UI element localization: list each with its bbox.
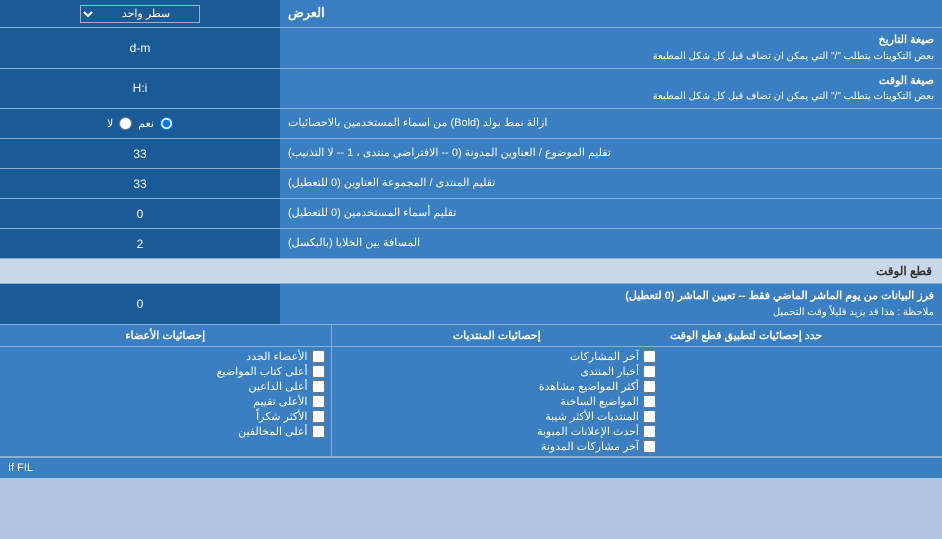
page-title: العرض bbox=[280, 0, 942, 27]
usernames-trim-input-container[interactable] bbox=[0, 199, 280, 228]
cb-similar-forums-check[interactable] bbox=[643, 410, 656, 423]
cell-spacing-label: المسافة بين الخلايا (بالبكسل) bbox=[280, 229, 942, 258]
usernames-trim-input[interactable] bbox=[19, 207, 260, 221]
cb-latest-ads-check[interactable] bbox=[643, 425, 656, 438]
time-format-label: صيغة الوقت بعض التكوينات يتطلب "/" التي … bbox=[280, 69, 942, 109]
apply-col-spacer bbox=[662, 347, 942, 456]
cb-forum-news: أخبار المنتدى bbox=[338, 365, 657, 378]
bold-radio-group: نعم لا bbox=[107, 117, 173, 130]
cb-forum-news-check[interactable] bbox=[643, 365, 656, 378]
time-format-input[interactable] bbox=[19, 81, 260, 95]
cb-top-topic-writers-check[interactable] bbox=[312, 365, 325, 378]
col1-checkboxes: آخر المشاركات أخبار المنتدى أكثر المواضي… bbox=[331, 347, 663, 456]
cut-time-input-container[interactable] bbox=[0, 284, 280, 324]
forum-trim-row: تقليم المنتدى / المجموعة العناوين (0 للت… bbox=[0, 169, 942, 199]
usernames-trim-label: تقليم أسماء المستخدمين (0 للتعطيل) bbox=[280, 199, 942, 228]
usernames-trim-row: تقليم أسماء المستخدمين (0 للتعطيل) bbox=[0, 199, 942, 229]
cb-new-members-check[interactable] bbox=[312, 350, 325, 363]
cut-time-row: فرز البيانات من يوم الماشر الماضي فقط --… bbox=[0, 284, 942, 325]
bold-yes-radio[interactable] bbox=[160, 117, 173, 130]
cb-hot-topics: المواضيع الساخنة bbox=[338, 395, 657, 408]
topics-trim-label: تقليم الموضوع / العناوين المدونة (0 -- ا… bbox=[280, 139, 942, 168]
cb-top-rated-check[interactable] bbox=[312, 395, 325, 408]
cb-top-violators-check[interactable] bbox=[312, 425, 325, 438]
cb-last-posts-check[interactable] bbox=[643, 350, 656, 363]
date-format-row: صيغة التاريخ بعض التكوينات يتطلب "/" الت… bbox=[0, 28, 942, 69]
date-format-label: صيغة التاريخ بعض التكوينات يتطلب "/" الت… bbox=[280, 28, 942, 68]
time-format-input-container[interactable] bbox=[0, 69, 280, 109]
if-fil-text: If FIL bbox=[0, 457, 942, 478]
cb-top-topic-writers: أعلى كتاب المواضيع bbox=[6, 365, 325, 378]
cb-most-viewed-check[interactable] bbox=[643, 380, 656, 393]
checkbox-items-row: آخر المشاركات أخبار المنتدى أكثر المواضي… bbox=[0, 347, 942, 457]
bold-no-label: لا bbox=[107, 117, 113, 130]
cb-new-members: الأعضاء الجدد bbox=[6, 350, 325, 363]
topics-trim-input-container[interactable] bbox=[0, 139, 280, 168]
bold-remove-radio-container: نعم لا bbox=[0, 109, 280, 138]
cb-most-thanked: الأكثر شكراً bbox=[6, 410, 325, 423]
cb-last-posts: آخر المشاركات bbox=[338, 350, 657, 363]
cut-time-label: فرز البيانات من يوم الماشر الماضي فقط --… bbox=[280, 284, 942, 324]
date-format-input[interactable] bbox=[19, 41, 260, 55]
date-format-input-container[interactable] bbox=[0, 28, 280, 68]
cb-top-inviters: أعلى الداعين bbox=[6, 380, 325, 393]
cb-top-violators: أعلى المخالفين bbox=[6, 425, 325, 438]
topics-trim-input[interactable] bbox=[19, 147, 260, 161]
bold-remove-label: ازالة نمط بولد (Bold) من اسماء المستخدمي… bbox=[280, 109, 942, 138]
col2-header: إحصائيات الأعضاء bbox=[0, 325, 331, 346]
cb-latest-ads: أحدث الإعلانات المبوبة bbox=[338, 425, 657, 438]
cb-blog-posts-check[interactable] bbox=[643, 440, 656, 453]
forum-trim-label: تقليم المنتدى / المجموعة العناوين (0 للت… bbox=[280, 169, 942, 198]
cell-spacing-input-container[interactable] bbox=[0, 229, 280, 258]
bold-no-radio[interactable] bbox=[119, 117, 132, 130]
stats-header-row: حدد إحصائيات لتطبيق قطع الوقت إحصائيات ا… bbox=[0, 325, 942, 347]
forum-trim-input[interactable] bbox=[19, 177, 260, 191]
cell-spacing-row: المسافة بين الخلايا (بالبكسل) bbox=[0, 229, 942, 259]
bold-yes-label: نعم bbox=[138, 117, 154, 130]
cb-top-inviters-check[interactable] bbox=[312, 380, 325, 393]
dropdown-container[interactable]: سطر واحد bbox=[0, 0, 280, 27]
cb-top-rated: الأعلى تقييم bbox=[6, 395, 325, 408]
bold-remove-row: ازالة نمط بولد (Bold) من اسماء المستخدمي… bbox=[0, 109, 942, 139]
topics-trim-row: تقليم الموضوع / العناوين المدونة (0 -- ا… bbox=[0, 139, 942, 169]
stats-section: حدد إحصائيات لتطبيق قطع الوقت إحصائيات ا… bbox=[0, 325, 942, 457]
forum-trim-input-container[interactable] bbox=[0, 169, 280, 198]
cb-similar-forums: المنتديات الأكثر شيبة bbox=[338, 410, 657, 423]
header-row: العرض سطر واحد bbox=[0, 0, 942, 28]
main-container: العرض سطر واحد صيغة التاريخ بعض التكوينا… bbox=[0, 0, 942, 478]
display-dropdown[interactable]: سطر واحد bbox=[80, 5, 200, 23]
cb-most-viewed: أكثر المواضيع مشاهدة bbox=[338, 380, 657, 393]
apply-label: حدد إحصائيات لتطبيق قطع الوقت bbox=[662, 325, 942, 346]
cut-time-input[interactable] bbox=[19, 297, 260, 311]
cell-spacing-input[interactable] bbox=[19, 237, 260, 251]
cb-hot-topics-check[interactable] bbox=[643, 395, 656, 408]
cut-time-section-header: قطع الوقت bbox=[0, 259, 942, 284]
cb-blog-posts: آخر مشاركات المدونة bbox=[338, 440, 657, 453]
time-format-row: صيغة الوقت بعض التكوينات يتطلب "/" التي … bbox=[0, 69, 942, 110]
col1-header: إحصائيات المنتديات bbox=[331, 325, 663, 346]
col2-checkboxes: الأعضاء الجدد أعلى كتاب المواضيع أعلى ال… bbox=[0, 347, 331, 456]
cb-most-thanked-check[interactable] bbox=[312, 410, 325, 423]
